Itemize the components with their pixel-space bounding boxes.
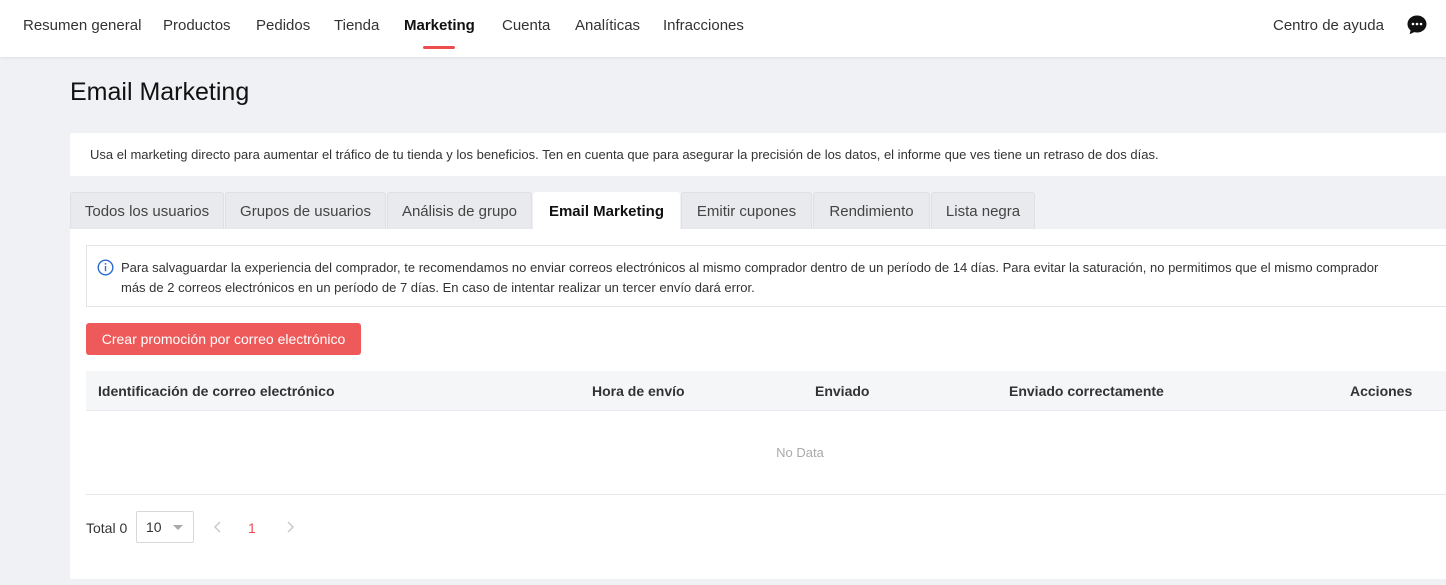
- column-header-send-time: Hora de envío: [592, 383, 685, 399]
- info-alert: Para salvaguardar la experiencia del com…: [86, 245, 1446, 307]
- nav-item-marketing[interactable]: Marketing: [404, 0, 475, 57]
- nav-item-resumen-general[interactable]: Resumen general: [23, 0, 141, 57]
- page-size-select[interactable]: 10: [136, 511, 194, 543]
- table-divider: [86, 494, 1446, 495]
- notice-banner: Usa el marketing directo para aumentar e…: [70, 133, 1446, 176]
- table-header: Identificación de correo electrónico Hor…: [86, 371, 1446, 411]
- tab-lista-negra[interactable]: Lista negra: [931, 192, 1035, 229]
- column-header-sent-successfully: Enviado correctamente: [1009, 383, 1164, 399]
- nav-item-productos[interactable]: Productos: [163, 0, 231, 57]
- nav-item-pedidos[interactable]: Pedidos: [256, 0, 310, 57]
- tab-grupos-de-usuarios[interactable]: Grupos de usuarios: [225, 192, 386, 229]
- chevron-right-icon[interactable]: [282, 519, 298, 535]
- tab-analisis-de-grupo[interactable]: Análisis de grupo: [387, 192, 532, 229]
- chevron-left-icon[interactable]: [210, 519, 226, 535]
- email-marketing-panel: Para salvaguardar la experiencia del com…: [70, 229, 1446, 579]
- info-text-line-1: Para salvaguardar la experiencia del com…: [121, 260, 1379, 275]
- active-nav-indicator: [423, 46, 456, 49]
- pagination-total: Total 0: [86, 520, 128, 536]
- chat-bubble-icon[interactable]: [1406, 14, 1428, 36]
- column-header-email-id: Identificación de correo electrónico: [98, 383, 335, 399]
- page-title: Email Marketing: [70, 78, 250, 106]
- help-center-link[interactable]: Centro de ayuda: [1273, 0, 1384, 52]
- tab-emitir-cupones[interactable]: Emitir cupones: [681, 192, 812, 229]
- tab-todos-los-usuarios[interactable]: Todos los usuarios: [70, 192, 224, 229]
- no-data-text: No Data: [776, 445, 824, 460]
- tab-rendimiento[interactable]: Rendimiento: [813, 192, 930, 229]
- nav-item-analiticas[interactable]: Analíticas: [575, 0, 640, 57]
- column-header-actions: Acciones: [1350, 383, 1413, 399]
- nav-item-marketing-label: Marketing: [404, 17, 475, 34]
- nav-item-infracciones[interactable]: Infracciones: [663, 0, 744, 57]
- nav-item-tienda[interactable]: Tienda: [334, 0, 379, 57]
- nav-item-cuenta[interactable]: Cuenta: [502, 0, 550, 57]
- top-nav: Resumen general Productos Pedidos Tienda…: [0, 0, 1446, 57]
- column-header-sent: Enviado: [815, 383, 870, 399]
- tab-email-marketing[interactable]: Email Marketing: [533, 192, 680, 230]
- page-size-value: 10: [146, 519, 162, 535]
- pagination-page-current[interactable]: 1: [248, 519, 256, 537]
- info-icon: [97, 259, 114, 276]
- caret-down-icon: [173, 525, 183, 530]
- create-email-promotion-button[interactable]: Crear promoción por correo electrónico: [86, 323, 361, 355]
- info-text-line-2: más de 2 correos electrónicos en un perí…: [121, 280, 755, 295]
